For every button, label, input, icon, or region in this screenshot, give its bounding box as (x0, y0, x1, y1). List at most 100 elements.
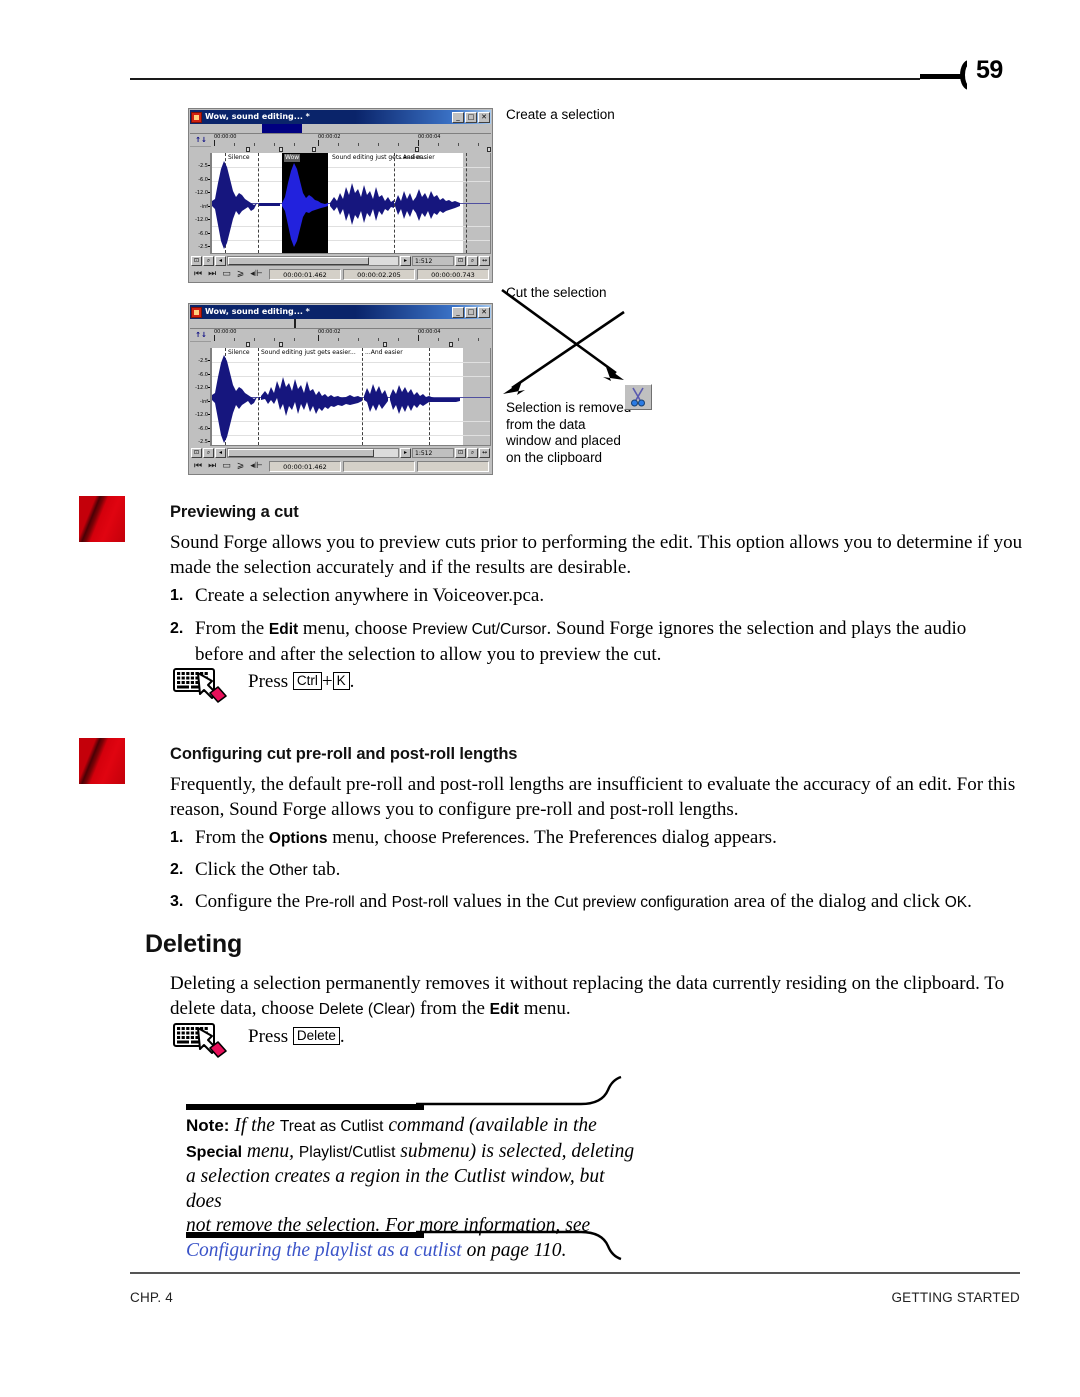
footer-chapter: CHP. 4 (130, 1290, 173, 1305)
transport-bar[interactable]: ⏮ ⏭ ▭ ⩾ ◂⊩ 00:00:01.462 (190, 459, 491, 473)
region-marker[interactable] (312, 147, 316, 152)
db-label: -2.5 (198, 163, 210, 169)
loop-icon[interactable]: ⩾ (237, 269, 245, 280)
region-marker[interactable] (279, 147, 283, 152)
region-marker[interactable] (449, 342, 453, 347)
ruler-label: 00:00:02 (318, 134, 341, 140)
note-fragment: a selection creates a region in the Cutl… (186, 1166, 605, 1212)
play-icon[interactable]: ⏭ (208, 269, 216, 280)
scroll-left-icon[interactable]: ◂ (215, 256, 226, 266)
stop-icon[interactable]: ▭ (222, 461, 231, 472)
play-from-start-icon[interactable]: ⏮ (194, 269, 202, 280)
region-marker[interactable] (415, 147, 419, 152)
ok-button-name: OK (944, 894, 968, 911)
window-titlebar[interactable]: Wow, sound editing... * _ □ ✕ (190, 305, 491, 319)
region-marker[interactable] (383, 342, 387, 347)
region-marker[interactable] (279, 342, 283, 347)
region-marker[interactable] (246, 342, 250, 347)
db-label: -6.0 (198, 177, 210, 183)
overview-strip[interactable] (190, 124, 491, 134)
scroll-left-icon[interactable]: ◂ (215, 448, 226, 458)
window-title: Wow, sound editing... * (205, 307, 310, 316)
region-marker[interactable] (487, 147, 491, 152)
overview-strip[interactable] (190, 319, 491, 329)
ruler-label: 00:00:04 (418, 134, 441, 140)
paragraph-fragment: menu. (518, 997, 571, 1019)
db-label: -6.0 (198, 231, 210, 237)
zoom-out-icon[interactable]: ⌕ (467, 448, 478, 458)
zoom-normal-icon[interactable]: ⊡ (455, 256, 466, 266)
plus-sign: + (321, 671, 333, 692)
transport-bar[interactable]: ⏮ ⏭ ▭ ⩾ ◂⊩ 00:00:01.462 00:00:02.205 00:… (190, 267, 491, 281)
db-label: -inf (199, 204, 211, 210)
waveform-display[interactable]: Silence Wow Sound editing just gets easi… (211, 153, 491, 254)
waveform-graphic (212, 161, 460, 249)
minimize-icon[interactable]: _ (452, 306, 464, 318)
zoom-ratio-display: 1:512 (412, 448, 454, 458)
db-label: -12.0 (195, 217, 210, 223)
region-marker[interactable] (246, 147, 250, 152)
sound-forge-window-after-cut[interactable]: Wow, sound editing... * _ □ ✕ ↑↓ 00:00:0… (188, 303, 493, 475)
record-icon[interactable]: ◂⊩ (250, 269, 262, 280)
zoom-selection-icon[interactable]: ↔ (479, 256, 490, 266)
maximize-icon[interactable]: □ (465, 306, 477, 318)
zoom-normal-icon[interactable]: ⊡ (455, 448, 466, 458)
zoom-scroll-row[interactable]: ⊡ ⌕ ◂ ▸ 1:512 ⊡ ⌕ ↔ (190, 447, 491, 459)
db-label: -2.5 (198, 358, 210, 364)
step-item: 2. From the Edit menu, choose Preview Cu… (170, 617, 1025, 667)
window-buttons[interactable]: _ □ ✕ (452, 111, 490, 123)
step-text-fragment: Configure the (195, 891, 305, 912)
menu-name: Edit (489, 1000, 519, 1018)
window-buttons[interactable]: _ □ ✕ (452, 306, 490, 318)
record-icon[interactable]: ◂⊩ (250, 461, 262, 472)
step-item: 2. Click the Other tab. (170, 858, 1025, 884)
close-icon[interactable]: ✕ (478, 111, 490, 123)
page-section-heading-deleting: Deleting (145, 930, 243, 958)
maximize-icon[interactable]: □ (465, 111, 477, 123)
zoom-out-icon[interactable]: ⌕ (467, 256, 478, 266)
page-footer: CHP. 4 GETTING STARTED (0, 1272, 1080, 1332)
scroll-right-icon[interactable]: ▸ (400, 256, 411, 266)
note-swoosh-top (416, 1075, 622, 1106)
db-label: -12.0 (195, 385, 210, 391)
key-ctrl: Ctrl (292, 672, 322, 690)
loop-icon[interactable]: ⩾ (237, 461, 245, 472)
waveform-graphic (212, 355, 460, 443)
db-scale: -2.5 -6.0 -12.0 -inf -12.0 -6.0 -2.5 (190, 153, 211, 254)
db-label: -2.5 (198, 439, 210, 445)
stop-icon[interactable]: ▭ (222, 269, 231, 280)
note-fragment: submenu) is selected, deleting (395, 1140, 635, 1162)
period: . (349, 671, 355, 692)
window-titlebar[interactable]: Wow, sound editing... * _ □ ✕ (190, 110, 491, 124)
play-from-start-icon[interactable]: ⏮ (194, 461, 202, 472)
step-text-fragment: values in the (448, 891, 555, 912)
zoom-fit-icon[interactable]: ⊡ (191, 256, 202, 266)
horizontal-scrollbar[interactable] (227, 448, 399, 458)
scrollbar-thumb[interactable] (228, 257, 370, 265)
minimize-icon[interactable]: _ (452, 111, 464, 123)
play-icon[interactable]: ⏭ (208, 461, 216, 472)
keyboard-hint-text: Press Ctrl + K. (248, 671, 354, 693)
zoom-scroll-row[interactable]: ⊡ ⌕ ◂ ▸ 1:512 ⊡ ⌕ ↔ (190, 255, 491, 267)
step-text-fragment: and (354, 891, 392, 912)
sound-forge-window-before-cut[interactable]: Wow, sound editing... * _ □ ✕ ↑↓ 00:00:0… (188, 108, 493, 283)
zoom-selection-icon[interactable]: ↔ (479, 448, 490, 458)
scrollbar-thumb[interactable] (228, 449, 375, 457)
footer-section: GETTING STARTED (891, 1290, 1020, 1305)
ruler-label: 00:00:00 (214, 134, 237, 140)
close-icon[interactable]: ✕ (478, 306, 490, 318)
zoom-fit-icon[interactable]: ⊡ (191, 448, 202, 458)
horizontal-scrollbar[interactable] (227, 256, 399, 266)
keyboard-hint-text: Press Delete. (248, 1026, 345, 1048)
step-text-fragment: From the (195, 827, 269, 848)
section-marker-icon (79, 738, 125, 784)
callout-selection-removed: Selection is removed from the data windo… (506, 400, 632, 465)
command-name: Preview Cut/Cursor (412, 621, 547, 638)
db-label: -6.0 (198, 372, 210, 378)
zoom-magnifier-icon[interactable]: ⌕ (203, 256, 214, 266)
waveform-display[interactable]: Silence Sound editing just gets easier..… (211, 348, 491, 446)
section-marker-icon (79, 496, 125, 542)
zoom-magnifier-icon[interactable]: ⌕ (203, 448, 214, 458)
scroll-right-icon[interactable]: ▸ (400, 448, 411, 458)
period: . (339, 1026, 345, 1047)
